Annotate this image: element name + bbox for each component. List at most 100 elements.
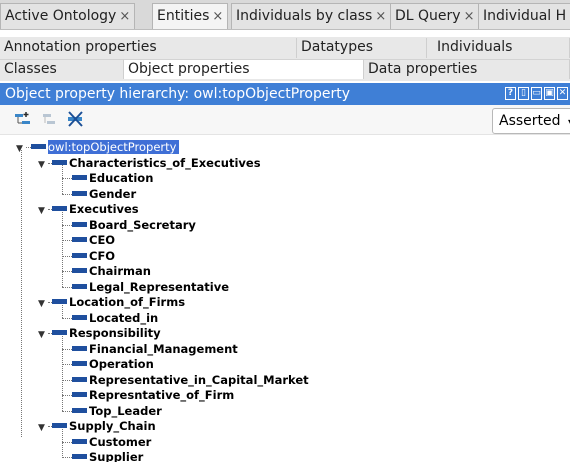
tree-leaf-node[interactable]: Located_in [62,311,158,326]
tree-leaf-node[interactable]: Financial_Management [62,342,238,357]
object-property-icon [52,299,67,304]
object-property-icon [52,423,67,428]
delete-property-icon[interactable] [67,111,85,127]
close-icon[interactable]: × [375,9,386,24]
tab-individual-hierarchy[interactable]: Individual H [478,3,570,29]
tree-connector [62,395,72,396]
tab-individuals-by-class[interactable]: Individuals by class × [231,3,392,29]
property-label: Customer [89,434,152,449]
add-subproperty-icon[interactable] [14,111,32,127]
view-header: Object property hierarchy: owl:topObject… [0,83,570,105]
tree-guide-line [21,150,22,437]
tree-group-node[interactable]: ▼ Executives [38,202,139,217]
tree-leaf-node[interactable]: CEO [62,233,115,248]
tree-leaf-node[interactable]: Top_Leader [62,404,162,419]
tree-guide-line [62,211,63,287]
tree-guide-line [62,428,63,458]
tree-group-node[interactable]: ▼ Supply_Chain [38,419,156,434]
tree-leaf-node[interactable]: Board_Secretary [62,218,196,233]
subtab-annotation-properties[interactable]: Annotation properties [0,38,297,58]
property-label: Responsibility [69,326,161,340]
pin-icon[interactable]: ▯ [518,87,529,100]
split-vertical-icon[interactable]: ▣ [544,87,555,100]
expand-toggle-icon[interactable]: ▼ [38,158,48,173]
property-label: Legal_Representative [89,279,229,294]
tree-root-node[interactable]: ▼ owl:topObjectProperty [16,140,180,155]
tree-leaf-node[interactable]: Operation [62,357,154,372]
view-title: Object property hierarchy: owl:topObject… [5,86,350,102]
expand-toggle-icon[interactable]: ▼ [38,297,48,312]
tab-label: Individual H [483,8,567,24]
property-label: Chairman [89,264,151,278]
property-label: Operation [89,357,154,371]
object-property-icon [72,376,87,382]
entity-subtabs: Annotation properties Datatypes Individu… [0,37,570,81]
hierarchy-mode-value: Asserted [499,113,561,129]
tree-leaf-node[interactable]: CFO [62,249,115,264]
split-horizontal-icon[interactable]: ▭ [531,87,542,100]
view-controls: ? ▯ ▭ ▣ ✕ [505,87,568,100]
object-property-icon [72,438,87,444]
tree-connector [62,224,72,226]
subtab-individuals[interactable]: Individuals [427,38,570,58]
help-icon[interactable]: ? [505,87,516,100]
close-icon[interactable]: × [464,9,475,24]
tree-connector [62,178,72,179]
object-property-icon [72,268,87,273]
object-property-icon [72,361,87,366]
add-sibling-property-icon[interactable] [42,111,60,127]
tab-bar: Active Ontology × Entities × Individuals b… [0,0,570,30]
tab-label: Active Ontology [5,8,117,24]
tree-connector [62,364,72,365]
tree-leaf-node[interactable]: Education [62,171,153,186]
object-property-icon [72,190,87,196]
expand-toggle-icon[interactable]: ▼ [38,421,48,436]
subtab-classes[interactable]: Classes [0,59,124,79]
tree-guide-line [62,304,63,318]
property-label: Executives [69,202,139,216]
tab-label: Individuals by class [236,8,373,24]
tree-connector [62,441,72,443]
object-property-icon [72,392,87,397]
tree-connector [62,348,72,350]
tree-connector [62,255,72,257]
tree-group-node[interactable]: ▼ Characteristics_of_Executives [38,156,261,171]
tree-leaf-node[interactable]: Chairman [62,264,151,279]
tab-dl-query[interactable]: DL Query × [390,3,480,29]
subtab-object-properties[interactable]: Object properties [124,59,364,79]
close-icon[interactable]: × [212,9,223,24]
object-property-icon [72,252,87,258]
property-label: CFO [89,248,116,263]
tree-connector [62,271,72,272]
object-property-icon [72,175,87,180]
tree-connector [62,410,72,412]
tree-leaf-node[interactable]: Supplier [62,450,143,462]
hierarchy-mode-select[interactable]: Asserted ▾ [492,108,570,134]
expand-toggle-icon[interactable]: ▼ [38,204,48,219]
property-label: owl:topObjectProperty [48,140,180,154]
tree-group-node[interactable]: ▼ Location_of_Firms [38,295,185,310]
object-property-icon [52,206,67,211]
tree-leaf-node[interactable]: Legal_Representative [62,280,229,295]
expand-toggle-icon[interactable]: ▼ [38,328,48,343]
object-property-icon [72,407,87,413]
tab-active-ontology[interactable]: Active Ontology × [0,3,136,29]
tree-guide-line [62,165,63,194]
tree-connector [62,457,72,458]
tab-entities[interactable]: Entities × [152,3,229,29]
tree-group-node[interactable]: ▼ Responsibility [38,326,161,341]
tab-label: DL Query [395,8,461,24]
close-view-icon[interactable]: ✕ [557,87,568,100]
tree-connector [62,240,72,241]
tree-leaf-node[interactable]: Customer [62,435,151,450]
tab-label: Entities [157,8,210,24]
close-icon[interactable]: × [119,9,130,24]
subtab-data-properties[interactable]: Data properties [364,59,570,79]
subtab-datatypes[interactable]: Datatypes [297,38,427,58]
property-label: Located_in [89,310,159,325]
tree-leaf-node[interactable]: Gender [62,187,136,202]
property-label: Education [89,171,154,185]
tree-leaf-node[interactable]: Represntative_of_Firm [62,388,234,403]
tree-leaf-node[interactable]: Representative_in_Capital_Market [62,373,309,388]
property-label: Location_of_Firms [69,295,186,309]
